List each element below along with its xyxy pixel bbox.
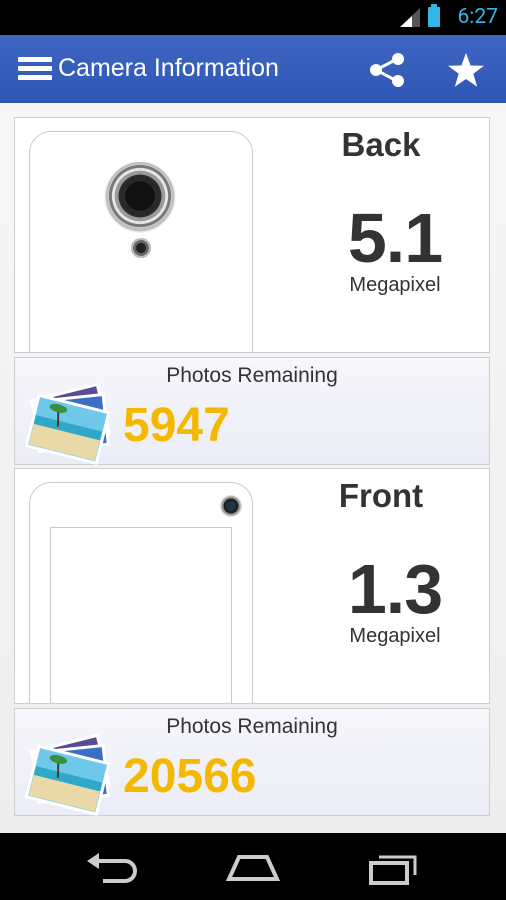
signal-icon [400,8,420,27]
status-bar: 6:27 [0,0,506,35]
share-icon[interactable] [368,53,406,87]
hamburger-menu-icon[interactable] [18,57,52,81]
megapixel-unit: Megapixel [349,274,441,296]
photos-remaining-count: 20566 [123,750,257,803]
photos-remaining-count: 5947 [123,399,230,452]
star-icon[interactable] [447,52,485,88]
battery-icon [428,4,440,27]
front-camera-card: Front 1.3 Megapixel [14,468,490,704]
main-camera-lens-icon [106,162,174,230]
phone-back-illustration [29,131,253,352]
photos-stack-icon [24,733,112,816]
action-bar: Camera Information [0,35,506,103]
phone-front-illustration [29,482,253,703]
page-title: Camera Information [58,54,279,82]
back-camera-card: Back 5.1 Megapixel [14,117,490,353]
camera-title: Front [338,477,424,514]
status-time: 6:27 [457,5,499,29]
recent-apps-icon[interactable] [363,849,423,885]
megapixel-unit: Megapixel [349,625,441,647]
back-icon[interactable] [83,849,143,885]
navigation-bar [0,833,506,900]
flash-icon [131,238,151,258]
front-photos-remaining: Photos Remaining 20566 [14,708,490,816]
back-photos-remaining: Photos Remaining 5947 [14,357,490,465]
megapixel-value: 1.3 [347,550,443,628]
content-area: Back 5.1 Megapixel Photos Remaining 5947 [0,103,506,833]
home-icon[interactable] [223,849,283,885]
camera-title: Back [341,126,421,163]
phone-screen-outline [50,527,232,703]
front-camera-lens-icon [220,495,242,517]
photos-stack-icon [24,382,112,465]
megapixel-value: 5.1 [347,199,443,277]
